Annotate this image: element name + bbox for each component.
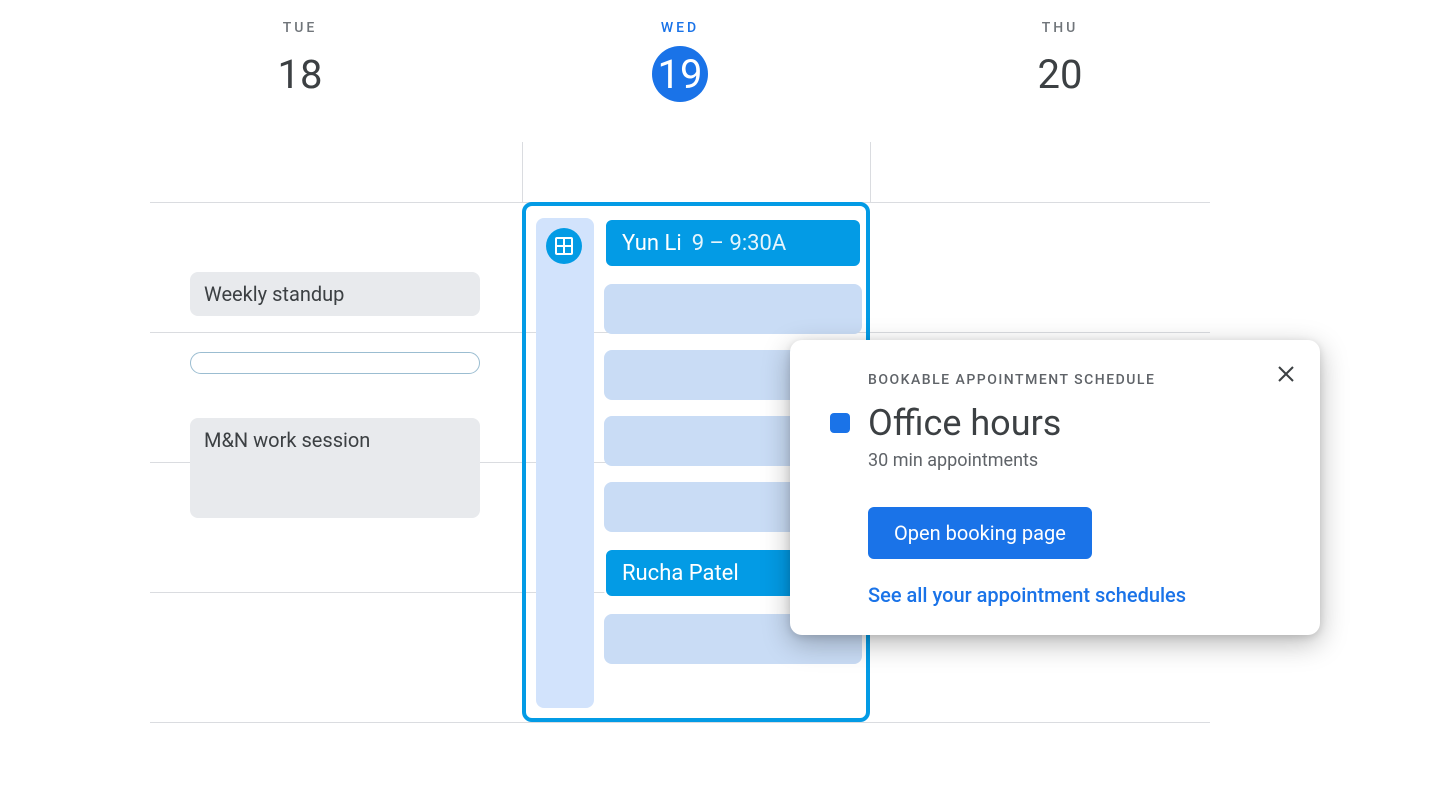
day-name: THU: [1042, 20, 1079, 36]
event-work-session[interactable]: M&N work session: [190, 418, 480, 518]
col-divider: [870, 142, 871, 202]
grid-line: [150, 722, 1210, 723]
day-header-thu[interactable]: THU 20: [960, 20, 1160, 102]
day-number: 18: [272, 46, 328, 102]
slot-booked-yun-li[interactable]: Yun Li 9 – 9:30A: [604, 218, 862, 268]
slot-attendee: Yun Li: [622, 231, 682, 256]
day-name: TUE: [283, 20, 318, 36]
slot-track: [536, 218, 594, 708]
event-placeholder[interactable]: [190, 352, 480, 374]
popover-title: Office hours: [868, 402, 1061, 444]
day-name: WED: [661, 20, 699, 36]
col-divider: [522, 142, 523, 202]
slot-attendee: Rucha Patel: [622, 561, 739, 586]
see-all-schedules-link[interactable]: See all your appointment schedules: [868, 583, 1284, 607]
close-button[interactable]: [1270, 358, 1302, 390]
event-title: Weekly standup: [204, 282, 344, 306]
open-booking-page-button[interactable]: Open booking page: [868, 507, 1092, 559]
close-icon: [1276, 364, 1296, 384]
day-number: 20: [1032, 46, 1088, 102]
day-headers-row: TUE 18 WED 19 THU 20: [150, 20, 1210, 102]
event-title: M&N work session: [204, 428, 370, 452]
slot-time: 9 – 9:30A: [692, 231, 787, 256]
slot-available[interactable]: [604, 284, 862, 334]
day-number: 19: [652, 46, 708, 102]
day-header-wed[interactable]: WED 19: [580, 20, 780, 102]
grid-icon: [546, 228, 582, 264]
popover-subtitle: 30 min appointments: [868, 450, 1284, 471]
color-chip-icon: [830, 413, 850, 433]
event-weekly-standup[interactable]: Weekly standup: [190, 272, 480, 316]
day-header-tue[interactable]: TUE 18: [200, 20, 400, 102]
appointment-popover: BOOKABLE APPOINTMENT SCHEDULE Office hou…: [790, 340, 1320, 635]
popover-category-label: BOOKABLE APPOINTMENT SCHEDULE: [868, 372, 1284, 388]
popover-title-row: Office hours: [826, 402, 1284, 444]
